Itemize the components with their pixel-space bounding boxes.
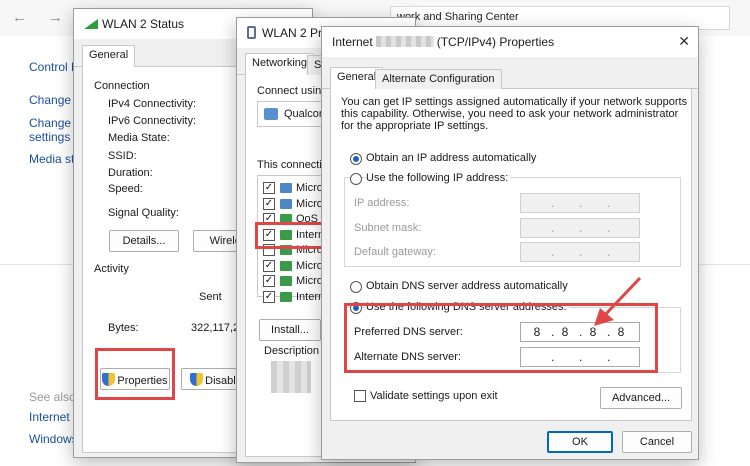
duration-label: Duration:: [108, 167, 153, 179]
connection-heading: Connection: [94, 80, 150, 92]
ipv4-title-left: Internet: [332, 35, 373, 49]
component-icon: [280, 198, 292, 209]
forward-arrow-icon[interactable]: →: [48, 9, 63, 26]
item-checkbox[interactable]: ✓: [263, 275, 275, 287]
tab-networking[interactable]: Networking: [245, 53, 315, 76]
obtain-dns-auto-label[interactable]: Obtain DNS server address automatically: [366, 280, 568, 292]
adapter-name: Qualcon: [284, 108, 325, 120]
sidebar-link[interactable]: Control P: [29, 60, 79, 74]
highlight-properties-button: [95, 348, 175, 400]
intro-text: You can get IP settings assigned automat…: [341, 96, 688, 132]
item-label[interactable]: Micro: [296, 260, 323, 272]
default-gateway-label: Default gateway:: [354, 246, 436, 258]
ipv4-title-right: (TCP/IPv4) Properties: [436, 35, 555, 49]
connect-using-label: Connect using: [257, 85, 328, 97]
validate-label[interactable]: Validate settings upon exit: [370, 390, 498, 402]
status-window-title: WLAN 2 Status: [102, 17, 185, 31]
cancel-button[interactable]: Cancel: [622, 431, 692, 453]
item-label[interactable]: Intern: [296, 291, 324, 303]
close-icon[interactable]: ✕: [678, 33, 690, 50]
ipv4-connectivity-label: IPv4 Connectivity:: [108, 98, 197, 110]
network-adapter-icon: [247, 26, 256, 39]
subnet-mask-field[interactable]: ...: [520, 218, 640, 238]
item-checkbox[interactable]: ✓: [263, 182, 275, 194]
ipv4-tabstrip: General Alternate Configuration: [322, 67, 698, 90]
wifi-signal-icon: [84, 19, 98, 29]
annotation-arrow-icon: [594, 276, 642, 326]
obtain-ip-auto-radio[interactable]: [350, 153, 362, 165]
ipv4-titlebar: Internet (TCP/IPv4) Properties ✕: [322, 27, 698, 57]
blurred-description: [271, 361, 311, 393]
item-checkbox[interactable]: ✓: [263, 197, 275, 210]
activity-heading: Activity: [94, 263, 129, 275]
obtain-ip-auto-label[interactable]: Obtain an IP address automatically: [366, 152, 536, 164]
validate-checkbox[interactable]: [354, 390, 366, 402]
blurred-title: [375, 36, 434, 47]
sidebar-link[interactable]: settings: [29, 130, 70, 144]
component-icon: [280, 183, 292, 193]
use-following-ip-radio[interactable]: [350, 173, 362, 185]
item-label[interactable]: Micro: [296, 182, 323, 194]
sidebar-link[interactable]: Media st: [29, 152, 74, 166]
details-button[interactable]: Details...: [109, 230, 179, 252]
item-label[interactable]: Micro: [296, 275, 323, 287]
adapter-icon: [264, 108, 278, 120]
item-label[interactable]: Micro: [296, 198, 323, 210]
ip-address-field[interactable]: ...: [520, 193, 640, 213]
description-label: Description: [264, 345, 320, 357]
sent-label: Sent: [199, 291, 222, 303]
uac-shield-icon: [190, 373, 204, 386]
bytes-label: Bytes:: [108, 322, 139, 334]
media-state-label: Media State:: [108, 132, 170, 144]
item-checkbox[interactable]: ✓: [263, 290, 275, 303]
back-arrow-icon[interactable]: ←: [12, 9, 27, 26]
speed-label: Speed:: [108, 183, 143, 195]
ip-address-label: IP address:: [354, 197, 410, 209]
ok-button[interactable]: OK: [547, 431, 613, 453]
signal-quality-label: Signal Quality:: [108, 207, 179, 219]
advanced-button[interactable]: Advanced...: [600, 387, 682, 409]
use-following-ip-label[interactable]: Use the following IP address:: [366, 172, 511, 184]
component-icon: [280, 291, 292, 302]
ipv6-connectivity-label: IPv6 Connectivity:: [108, 115, 197, 127]
bytes-sent-value: 322,117,2: [191, 322, 240, 334]
component-icon: [280, 276, 292, 286]
obtain-dns-auto-radio[interactable]: [350, 281, 362, 293]
properties-window-title: WLAN 2 Pr: [262, 26, 323, 40]
tab-alternate-configuration[interactable]: Alternate Configuration: [375, 69, 502, 90]
component-icon: [280, 260, 292, 271]
ssid-label: SSID:: [108, 150, 137, 162]
item-checkbox[interactable]: ✓: [263, 259, 275, 272]
default-gateway-field[interactable]: ...: [520, 242, 640, 262]
tab-general[interactable]: General: [82, 45, 136, 68]
install-button[interactable]: Install...: [259, 319, 321, 341]
ipv4-properties-dialog: Internet (TCP/IPv4) Properties ✕ General …: [321, 26, 699, 460]
subnet-mask-label: Subnet mask:: [354, 222, 422, 234]
see-also-heading: See also: [29, 390, 76, 404]
